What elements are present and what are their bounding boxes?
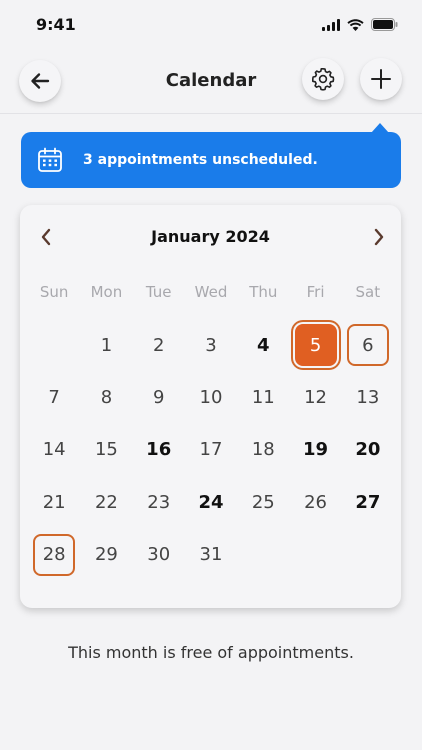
day-1[interactable]: 1 bbox=[85, 324, 127, 366]
day-11[interactable]: 11 bbox=[242, 377, 284, 419]
weekday-label: Sun bbox=[39, 283, 69, 301]
day-24[interactable]: 24 bbox=[190, 481, 232, 523]
day-30[interactable]: 30 bbox=[138, 534, 180, 576]
day-cell: 18 bbox=[237, 424, 289, 476]
page-title: Calendar bbox=[165, 70, 257, 91]
day-cell: 19 bbox=[289, 424, 341, 476]
day-cell: 30 bbox=[133, 529, 185, 581]
weekday-label: Mon bbox=[90, 283, 123, 301]
day-cell: 21 bbox=[28, 476, 80, 528]
day-cell: 5 bbox=[289, 319, 341, 371]
selected-day[interactable]: 5 bbox=[294, 324, 337, 367]
weekday-label: Thu bbox=[249, 283, 278, 301]
day-cell: 9 bbox=[133, 371, 185, 423]
day-8[interactable]: 8 bbox=[85, 377, 127, 419]
day-26[interactable]: 26 bbox=[295, 481, 337, 523]
settings-button[interactable] bbox=[302, 58, 344, 100]
day-cell: 23 bbox=[133, 476, 185, 528]
day-cell: 1 bbox=[80, 319, 132, 371]
status-time: 9:41 bbox=[36, 15, 76, 34]
unscheduled-banner[interactable]: 3 appointments unscheduled. bbox=[21, 132, 401, 188]
day-cell: 7 bbox=[28, 371, 80, 423]
day-2[interactable]: 2 bbox=[138, 324, 180, 366]
month-header: January 2024 bbox=[20, 223, 401, 251]
day-21[interactable]: 21 bbox=[33, 481, 75, 523]
add-button[interactable] bbox=[360, 58, 402, 100]
day-18[interactable]: 18 bbox=[242, 429, 284, 471]
day-cell: 28 bbox=[28, 529, 80, 581]
header: Calendar bbox=[0, 50, 422, 114]
day-13[interactable]: 13 bbox=[347, 377, 389, 419]
weekday-label: Sat bbox=[355, 283, 381, 301]
banner-message: 3 appointments unscheduled. bbox=[83, 152, 318, 168]
month-label: January 2024 bbox=[151, 227, 270, 246]
battery-icon bbox=[371, 18, 398, 31]
chevron-right-icon bbox=[374, 228, 384, 246]
day-cell: 26 bbox=[289, 476, 341, 528]
day-cell: 4 bbox=[237, 319, 289, 371]
day-28[interactable]: 28 bbox=[33, 533, 76, 576]
gear-icon bbox=[312, 68, 335, 91]
day-cell: 3 bbox=[185, 319, 237, 371]
day-cell: 25 bbox=[237, 476, 289, 528]
day-7[interactable]: 7 bbox=[33, 377, 75, 419]
day-14[interactable]: 14 bbox=[33, 429, 75, 471]
status-bar: 9:41 bbox=[0, 0, 422, 50]
calendar-icon bbox=[37, 147, 63, 173]
plus-icon bbox=[371, 69, 391, 89]
day-cell: 16 bbox=[133, 424, 185, 476]
weekday-label: Wed bbox=[194, 283, 228, 301]
day-cell: 24 bbox=[185, 476, 237, 528]
weekday-label: Tue bbox=[145, 283, 172, 301]
day-cell: 14 bbox=[28, 424, 80, 476]
day-cell: 12 bbox=[289, 371, 341, 423]
calendar-card: January 2024 Sun Mon Tue Wed Thu Fri Sat… bbox=[20, 205, 401, 608]
day-12[interactable]: 12 bbox=[295, 377, 337, 419]
day-cell: 8 bbox=[80, 371, 132, 423]
day-9[interactable]: 9 bbox=[138, 377, 180, 419]
day-16[interactable]: 16 bbox=[138, 429, 180, 471]
day-17[interactable]: 17 bbox=[190, 429, 232, 471]
day-10[interactable]: 10 bbox=[190, 377, 232, 419]
next-month-button[interactable] bbox=[365, 223, 393, 251]
day-cell: 22 bbox=[80, 476, 132, 528]
day-4[interactable]: 4 bbox=[242, 324, 284, 366]
weekday-label: Fri bbox=[306, 283, 325, 301]
empty-day-cell bbox=[28, 319, 80, 371]
wifi-icon bbox=[347, 18, 364, 31]
day-cell: 29 bbox=[80, 529, 132, 581]
day-cell: 27 bbox=[342, 476, 394, 528]
day-29[interactable]: 29 bbox=[85, 534, 127, 576]
day-27[interactable]: 27 bbox=[347, 481, 389, 523]
day-cell: 17 bbox=[185, 424, 237, 476]
day-grid: 1 2 3 4 5 6 7 8 9 10 11 12 13 14 15 16 17 18 19 20 21 22 23 24 2… bbox=[28, 319, 394, 581]
day-cell: 10 bbox=[185, 371, 237, 423]
day-3[interactable]: 3 bbox=[190, 324, 232, 366]
day-cell: 2 bbox=[133, 319, 185, 371]
day-cell: 11 bbox=[237, 371, 289, 423]
day-6[interactable]: 6 bbox=[346, 324, 389, 367]
day-15[interactable]: 15 bbox=[85, 429, 127, 471]
status-icons bbox=[322, 18, 398, 31]
day-cell: 6 bbox=[342, 319, 394, 371]
empty-month-message: This month is free of appointments. bbox=[68, 643, 354, 662]
day-25[interactable]: 25 bbox=[242, 481, 284, 523]
day-22[interactable]: 22 bbox=[85, 481, 127, 523]
weekday-header: Sun Mon Tue Wed Thu Fri Sat bbox=[28, 283, 394, 301]
day-23[interactable]: 23 bbox=[138, 481, 180, 523]
day-cell: 31 bbox=[185, 529, 237, 581]
day-cell: 13 bbox=[342, 371, 394, 423]
day-19[interactable]: 19 bbox=[295, 429, 337, 471]
day-cell: 15 bbox=[80, 424, 132, 476]
day-31[interactable]: 31 bbox=[190, 534, 232, 576]
signal-icon bbox=[322, 18, 340, 31]
day-cell: 20 bbox=[342, 424, 394, 476]
day-20[interactable]: 20 bbox=[347, 429, 389, 471]
